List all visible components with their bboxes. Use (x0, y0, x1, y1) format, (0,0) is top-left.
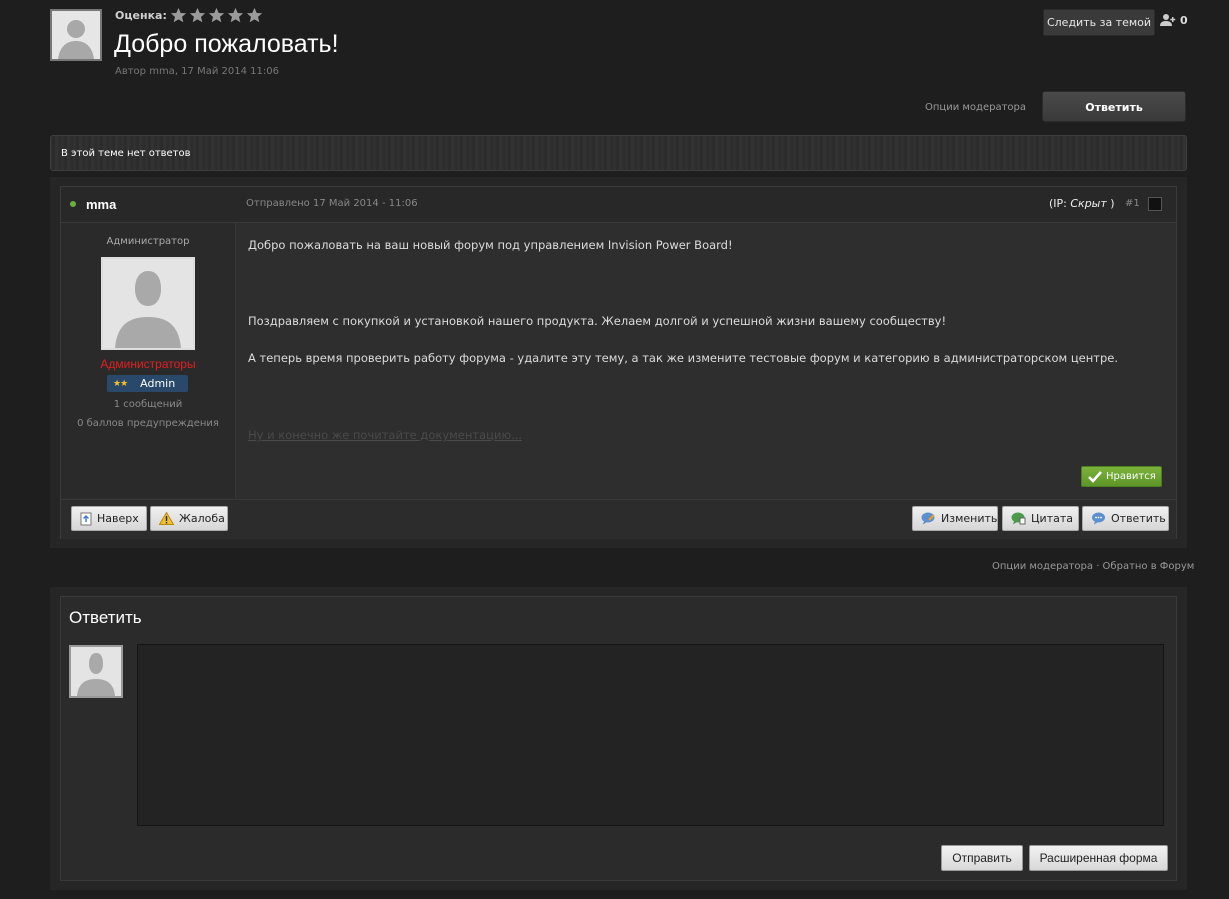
post-paragraph: Поздравляем с покупкой и установкой наше… (248, 314, 947, 328)
post-ip: (IP: Скрыт ) (1049, 197, 1115, 210)
post-reply-label: Ответить (1111, 512, 1166, 525)
author-warning-points[interactable]: 0 баллов предупреждения (61, 418, 235, 429)
post-ip-suffix: ) (1110, 197, 1115, 210)
author-group: Администраторы (100, 357, 196, 371)
edit-bubble-icon (921, 512, 935, 525)
topic-starter-avatar[interactable] (50, 9, 102, 61)
no-replies-bar (50, 135, 1187, 171)
quote-label: Цитата (1031, 512, 1073, 525)
quote-button[interactable]: Цитата (1002, 506, 1079, 531)
author-post-count: 1 сообщений (113, 399, 183, 410)
current-user-avatar (69, 645, 123, 698)
warning-icon (159, 512, 174, 525)
reply-form-title: Ответить (69, 608, 142, 627)
followers-count[interactable]: 0 (1160, 13, 1188, 27)
star-icon[interactable] (170, 7, 187, 24)
like-button[interactable]: Нравится (1081, 466, 1162, 487)
report-button[interactable]: Жалоба (150, 506, 228, 531)
no-replies-text: В этой теме нет ответов (61, 148, 191, 159)
star-icon[interactable] (246, 7, 263, 24)
online-status-icon (70, 201, 76, 207)
users-icon (1160, 14, 1176, 26)
post-date: Отправлено 17 Май 2014 - 11:06 (246, 198, 418, 209)
post-ip-prefix: (IP: (1049, 197, 1071, 210)
post-number-link[interactable]: #1 (1125, 198, 1140, 209)
post-paragraph: А теперь время проверить работу форума -… (248, 351, 1119, 365)
topic-meta: Автор mma, 17 Май 2014 11:06 (115, 66, 279, 77)
quote-bubble-icon (1011, 512, 1026, 525)
rank-stars-icon: ★★ (113, 378, 128, 389)
rating-stars[interactable] (170, 7, 263, 24)
back-to-top-label: Наверх (97, 512, 139, 525)
followers-count-value: 0 (1180, 13, 1188, 27)
star-icon[interactable] (227, 7, 244, 24)
reply-button[interactable]: Ответить (1042, 91, 1186, 122)
follow-topic-button[interactable]: Следить за темой (1043, 9, 1155, 36)
page-title: Добро пожаловать! (114, 30, 339, 58)
star-icon[interactable] (189, 7, 206, 24)
author-avatar[interactable] (101, 257, 195, 350)
advanced-form-button[interactable]: Расширенная форма (1029, 845, 1168, 871)
post-paragraph: Добро пожаловать на ваш новый форум под … (248, 238, 733, 252)
star-icon[interactable] (208, 7, 225, 24)
edit-label: Изменить (941, 512, 998, 525)
rank-badge-label: Admin (140, 377, 176, 390)
author-rank-badge: ★★ Admin (107, 375, 188, 392)
documentation-link[interactable]: Ну и конечно же почитайте документацию..… (248, 428, 522, 442)
post-ip-value: Скрыт (1070, 197, 1107, 210)
moderator-options-link[interactable]: Опции модератора (925, 102, 1026, 113)
rating-label: Оценка: (115, 9, 167, 22)
author-role: Администратор (106, 236, 190, 247)
document-arrow-icon (80, 512, 92, 525)
post-header (61, 187, 1176, 223)
edit-button[interactable]: Изменить (912, 506, 998, 531)
reply-textarea[interactable] (137, 644, 1164, 826)
report-label: Жалоба (179, 512, 225, 525)
post-author-link[interactable]: mma (86, 197, 116, 212)
checkmark-icon (1088, 470, 1102, 483)
reply-bubble-icon (1092, 512, 1105, 525)
post-reply-button[interactable]: Ответить (1082, 506, 1169, 531)
back-to-top-button[interactable]: Наверх (71, 506, 147, 531)
post-select-checkbox[interactable] (1148, 197, 1162, 211)
footer-links[interactable]: Опции модератора · Обратно в Форум (992, 561, 1194, 572)
like-button-label: Нравится (1106, 471, 1156, 482)
submit-button[interactable]: Отправить (941, 845, 1023, 871)
